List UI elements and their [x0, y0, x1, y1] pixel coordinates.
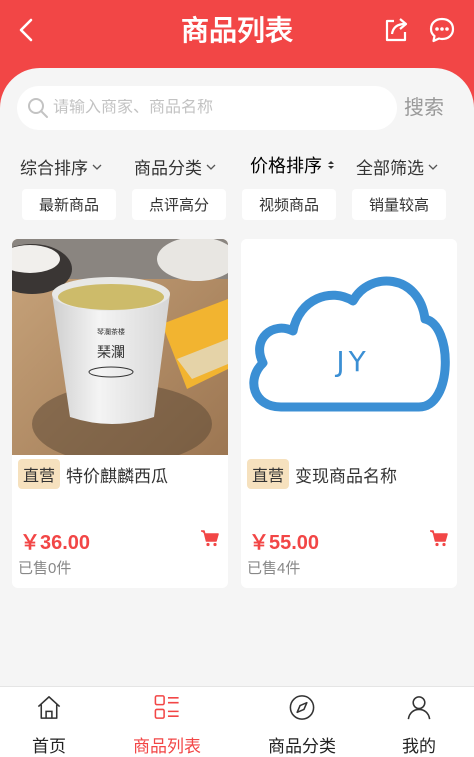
product-image[interactable]: 琴瀾茶楼 琹瀾 — [12, 239, 228, 455]
nav-product-list[interactable]: 商品列表 — [108, 687, 226, 757]
sort-icon — [328, 161, 334, 169]
nav-category[interactable]: 商品分类 — [243, 687, 361, 757]
search-box — [17, 86, 397, 130]
tag-top-rated[interactable]: 点评高分 — [132, 189, 226, 220]
product-image[interactable]: JY — [241, 239, 457, 455]
nav-label: 商品列表 — [133, 737, 201, 756]
svg-text:琴瀾茶楼: 琴瀾茶楼 — [97, 327, 125, 336]
chevron-down-icon — [206, 164, 216, 170]
product-price: ￥36.00 — [20, 532, 91, 554]
search-icon — [28, 98, 48, 118]
chevron-down-icon — [92, 164, 102, 170]
nav-label: 首页 — [32, 737, 66, 756]
svg-text:琹瀾: 琹瀾 — [97, 345, 125, 361]
sort-category[interactable]: 商品分类 — [134, 154, 216, 179]
home-icon — [37, 696, 61, 719]
sort-comprehensive[interactable]: 综合排序 — [20, 154, 102, 179]
nav-label: 我的 — [402, 737, 436, 756]
product-name-row: 直营 变现商品名称 — [247, 459, 397, 489]
tag-best-selling[interactable]: 销量较高 — [352, 189, 446, 220]
sort-label: 商品分类 — [134, 159, 202, 178]
list-icon — [154, 695, 179, 719]
nav-home[interactable]: 首页 — [0, 687, 108, 757]
bottom-nav: 首页 商品列表 商品分类 我的 — [0, 686, 474, 757]
sort-label: 价格排序 — [250, 156, 322, 176]
nav-label: 商品分类 — [268, 737, 336, 756]
sort-label: 全部筛选 — [356, 159, 424, 178]
sold-count: 已售0件 — [18, 560, 72, 577]
share-icon — [385, 18, 408, 42]
add-to-cart-icon[interactable] — [429, 529, 449, 547]
product-card[interactable]: JY 直营 变现商品名称 ￥55.00 已售4件 — [241, 239, 457, 588]
compass-icon — [289, 695, 315, 720]
sort-filter-all[interactable]: 全部筛选 — [356, 154, 438, 179]
search-input[interactable] — [53, 99, 353, 117]
product-price: ￥55.00 — [249, 532, 320, 554]
jy-cloud-logo: JY — [241, 239, 457, 455]
share-button[interactable] — [382, 16, 410, 44]
product-card[interactable]: 琴瀾茶楼 琹瀾 直营 特价麒麟西瓜 ￥36.00 已售0件 — [12, 239, 228, 588]
chat-button[interactable] — [428, 16, 456, 44]
direct-badge: 直营 — [18, 459, 61, 489]
search-button[interactable]: 搜索 — [404, 92, 444, 124]
svg-text:JY: JY — [334, 345, 369, 378]
sort-label: 综合排序 — [20, 159, 88, 178]
sold-count: 已售4件 — [247, 560, 301, 577]
chevron-down-icon — [428, 164, 438, 170]
add-to-cart-icon[interactable] — [200, 529, 220, 547]
tea-cup-photo: 琴瀾茶楼 琹瀾 — [12, 239, 228, 455]
tag-newest[interactable]: 最新商品 — [22, 189, 116, 220]
direct-badge: 直营 — [247, 459, 290, 489]
sort-bar: 综合排序 商品分类 价格排序 全部筛选 — [0, 146, 474, 184]
product-name: 特价麒麟西瓜 — [66, 466, 169, 486]
user-icon — [407, 696, 431, 720]
product-name-row: 直营 特价麒麟西瓜 — [18, 459, 168, 489]
product-name: 变现商品名称 — [295, 466, 398, 486]
nav-mine[interactable]: 我的 — [360, 687, 474, 757]
chat-icon — [429, 17, 455, 43]
sort-price[interactable]: 价格排序 — [250, 152, 336, 178]
tag-video[interactable]: 视频商品 — [242, 189, 336, 220]
